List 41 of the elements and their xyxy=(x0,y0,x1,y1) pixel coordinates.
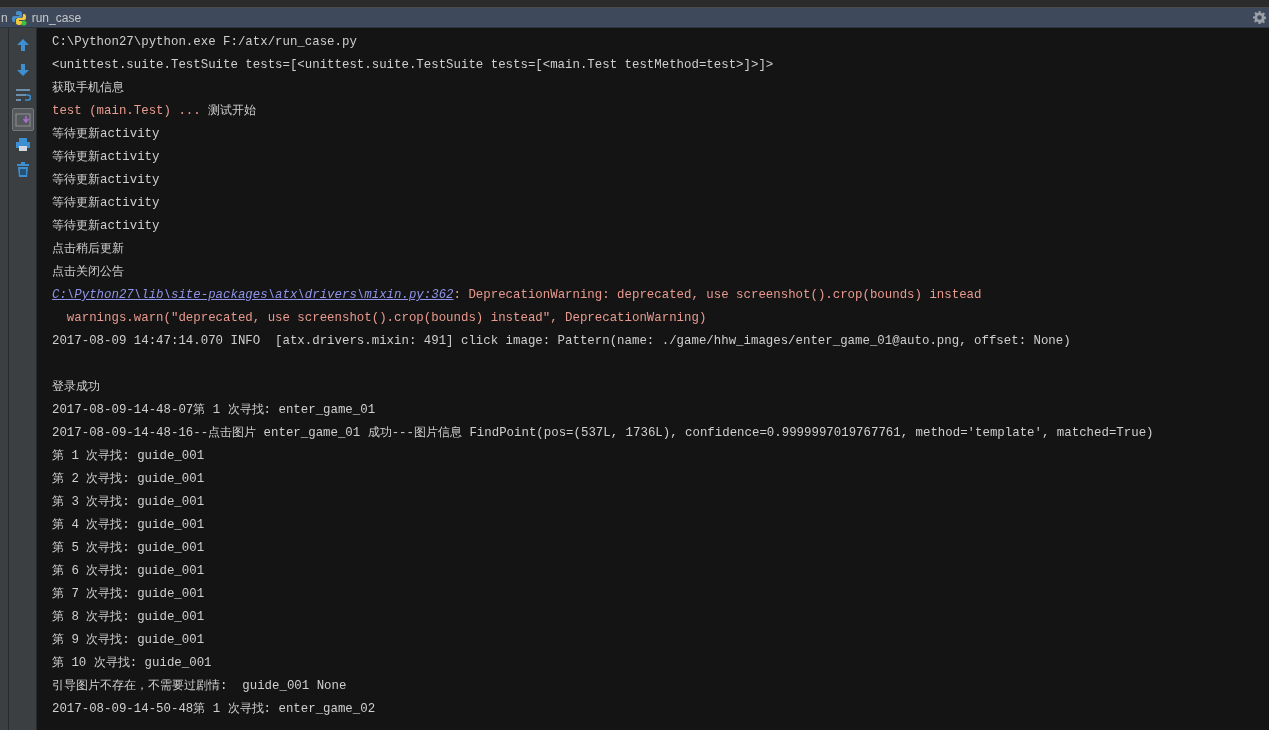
console-text: C:\Python27\python.exe F:/atx/run_case.py xyxy=(52,35,357,49)
printer-icon xyxy=(14,137,31,152)
console-text: 引导图片不存在，不需要过剧情: guide_001 None xyxy=(52,679,347,693)
scroll-to-end-icon xyxy=(14,112,31,127)
console-text: 第 9 次寻找: guide_001 xyxy=(52,633,205,647)
console-text: 登录成功 xyxy=(52,380,100,394)
console-text: 测试开始 xyxy=(208,104,257,118)
console-text: 第 3 次寻找: guide_001 xyxy=(52,495,205,509)
console-text: 第 6 次寻找: guide_001 xyxy=(52,564,205,578)
error-text: warnings.warn("deprecated, use screenshot().crop(bounds) instead", DeprecationWarning) xyxy=(65,311,707,325)
console-text: 第 8 次寻找: guide_001 xyxy=(52,610,205,624)
console-text: 第 1 次寻找: guide_001 xyxy=(52,449,205,463)
console-text: 第 2 次寻找: guide_001 xyxy=(52,472,205,486)
console-text: 2017-08-09-14-50-48第 1 次寻找: enter_game_02 xyxy=(52,702,376,716)
console-text: 等待更新activity xyxy=(52,196,160,210)
console-text: 2017-08-09-14-48-07第 1 次寻找: enter_game_01 xyxy=(52,403,376,417)
console-text: 第 7 次寻找: guide_001 xyxy=(52,587,205,601)
console-text: 2017-08-09 14:47:14.070 INFO [atx.drivers.mixin: 491] click image: Pattern(name: ./game/hhw_images/enter_game_01@auto.png, offset: None) xyxy=(52,334,1071,348)
error-text: test (main.Test) ... xyxy=(52,104,202,118)
console-text: 2017-08-09-14-48-16--点击图片 enter_game_01 成功---图片信息 FindPoint(pos=(537L, 1736L), confidence=0.9999997019767761, method='template', matched=True) xyxy=(52,426,1154,440)
error-text: : DeprecationWarning: deprecated, use screenshot().crop(bounds) instead xyxy=(453,288,982,302)
console-text: 第 5 次寻找: guide_001 xyxy=(52,541,205,555)
file-link[interactable]: C:\Python27\lib\site-packages\atx\drivers\mixin.py:362 xyxy=(52,288,454,302)
python-icon xyxy=(10,9,27,26)
header-label: n xyxy=(1,10,8,25)
down-arrow-icon xyxy=(15,62,30,77)
trash-icon xyxy=(15,162,30,177)
console-text: 点击稍后更新 xyxy=(52,242,124,256)
console-text: 等待更新activity xyxy=(52,219,160,233)
console-text: 等待更新activity xyxy=(52,150,160,164)
console-text: 获取手机信息 xyxy=(52,81,124,95)
console-text: 等待更新activity xyxy=(52,173,160,187)
console-text: 第 10 次寻找: guide_001 xyxy=(52,656,212,670)
console-text: <unittest.suite.TestSuite tests=[<unittest.suite.TestSuite tests=[<main.Test testMethod=test>]>]> xyxy=(52,58,774,72)
console-text: 第 4 次寻找: guide_001 xyxy=(52,518,205,532)
up-arrow-icon xyxy=(15,37,30,52)
console-text: 点击关闭公告 xyxy=(52,265,124,279)
console-text: 等待更新activity xyxy=(52,127,160,141)
soft-wrap-icon xyxy=(14,87,31,102)
run-config-title: run_case xyxy=(31,10,83,25)
settings-icon[interactable] xyxy=(1253,11,1266,24)
